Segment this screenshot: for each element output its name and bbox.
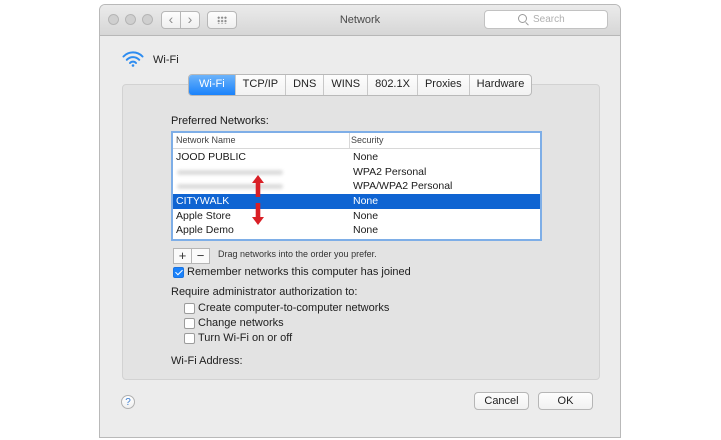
network-name: CITYWALK xyxy=(176,195,230,207)
tab-proxies[interactable]: Proxies xyxy=(416,75,469,95)
table-row[interactable]: WPA/WPA2 Personal xyxy=(173,179,540,194)
blurred-network-name xyxy=(177,169,283,175)
remember-networks-checkbox[interactable] xyxy=(173,267,184,278)
drag-hint: Drag networks into the order you prefer. xyxy=(218,249,377,259)
table-row[interactable]: Apple Store None xyxy=(173,209,540,224)
add-network-button[interactable]: + xyxy=(174,249,191,263)
turn-wifi-checkbox[interactable] xyxy=(184,333,195,344)
network-security: WPA2 Personal xyxy=(353,165,427,178)
network-preferences-window: ‹ › Network Search Wi-Fi Wi-Fi TCP/IP DN… xyxy=(99,4,621,438)
search-icon xyxy=(518,14,527,23)
tab-8021x[interactable]: 802.1X xyxy=(367,75,417,95)
network-name: Apple Demo xyxy=(176,224,234,236)
network-name: Apple Store xyxy=(176,209,231,222)
help-button[interactable]: ? xyxy=(121,395,135,409)
tab-wifi[interactable]: Wi-Fi xyxy=(189,75,235,95)
title-bar: ‹ › Network Search xyxy=(100,5,620,36)
turn-wifi-label: Turn Wi-Fi on or off xyxy=(198,332,293,344)
change-networks-checkbox[interactable] xyxy=(184,318,195,329)
network-name: JOOD PUBLIC xyxy=(176,151,247,163)
column-header-network-name[interactable]: Network Name xyxy=(176,135,236,145)
change-networks-label: Change networks xyxy=(198,317,284,329)
ok-button[interactable]: OK xyxy=(538,392,593,410)
wifi-address-label: Wi-Fi Address: xyxy=(171,355,243,367)
tab-hardware[interactable]: Hardware xyxy=(468,75,532,95)
search-placeholder: Search xyxy=(533,14,565,25)
table-header: Network Name Security xyxy=(173,133,540,149)
network-security: WPA/WPA2 Personal xyxy=(353,180,453,192)
tab-bar: Wi-Fi TCP/IP DNS WINS 802.1X Proxies Har… xyxy=(188,74,533,96)
table-row-selected[interactable]: CITYWALK None xyxy=(173,194,540,209)
arrow-up-icon xyxy=(252,175,264,197)
arrow-down-icon xyxy=(252,203,264,225)
tab-dns[interactable]: DNS xyxy=(285,75,323,95)
service-name: Wi-Fi xyxy=(153,54,179,66)
remove-network-button[interactable]: − xyxy=(191,249,209,263)
blurred-network-name xyxy=(177,184,283,189)
preferred-networks-table[interactable]: Network Name Security JOOD PUBLIC None W… xyxy=(171,131,542,241)
column-divider xyxy=(349,133,350,148)
search-field[interactable]: Search xyxy=(484,10,608,29)
network-security: None xyxy=(353,224,379,236)
remember-networks-label: Remember networks this computer has join… xyxy=(187,266,411,278)
table-row[interactable]: JOOD PUBLIC None xyxy=(173,150,540,165)
table-row[interactable]: WPA2 Personal xyxy=(173,165,540,180)
tab-wins[interactable]: WINS xyxy=(323,75,367,95)
network-security: None xyxy=(353,151,379,163)
add-remove-control: + − xyxy=(173,248,210,264)
table-row[interactable]: Apple Demo None xyxy=(173,223,540,238)
create-networks-label: Create computer-to-computer networks xyxy=(198,302,390,314)
network-security: None xyxy=(353,209,379,222)
admin-authorization-label: Require administrator authorization to: xyxy=(171,286,358,298)
preferred-networks-label: Preferred Networks: xyxy=(171,115,269,127)
create-networks-checkbox[interactable] xyxy=(184,303,195,314)
network-security: None xyxy=(353,195,379,207)
wifi-icon xyxy=(122,51,144,67)
tab-tcpip[interactable]: TCP/IP xyxy=(234,75,285,95)
cancel-button[interactable]: Cancel xyxy=(474,392,529,410)
column-header-security[interactable]: Security xyxy=(351,135,384,145)
